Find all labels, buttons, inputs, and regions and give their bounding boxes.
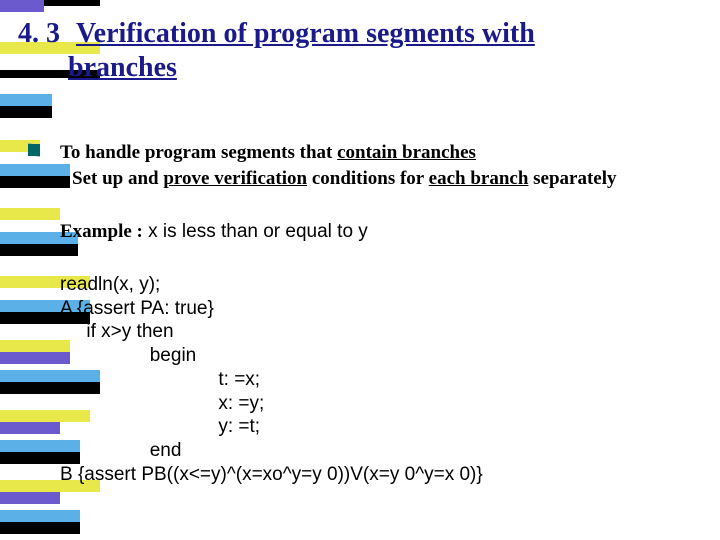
bullet-text: To handle program segments that contain … xyxy=(60,140,690,166)
bullet-subtext: Set up and prove verification conditions… xyxy=(72,166,690,192)
section-number: 4. 3 xyxy=(18,18,60,49)
section-title-line2: branches xyxy=(68,52,690,84)
code-line: begin xyxy=(60,345,196,366)
example-line: Example : x is less than or equal to y xyxy=(60,219,690,245)
decor-stripe xyxy=(0,510,80,522)
text-underline: prove verification xyxy=(163,168,307,189)
text-underline: each branch xyxy=(429,168,529,189)
text-underline: contain branches xyxy=(337,142,476,163)
example-text: x is less than or equal to y xyxy=(143,221,368,242)
decor-stripe xyxy=(0,208,60,220)
text: separately xyxy=(528,168,616,189)
slide-body: To handle program segments that contain … xyxy=(60,140,690,487)
text: Set up and xyxy=(72,168,163,189)
decor-stripe xyxy=(0,94,52,106)
section-title-line1: Verification of program segments with xyxy=(76,18,535,49)
text: To handle program segments that xyxy=(60,142,337,163)
bullet-icon xyxy=(28,144,40,156)
example-label: Example : xyxy=(60,221,143,242)
text: conditions for xyxy=(307,168,429,189)
decor-stripe xyxy=(0,0,44,12)
decor-stripe xyxy=(0,522,80,534)
code-line: end xyxy=(60,440,181,461)
code-line: readln(x, y); xyxy=(60,274,160,295)
code-line: A {assert PA: true} xyxy=(60,298,214,319)
code-line: B {assert PB((x<=y)^(x=xo^y=y 0))V(x=y 0… xyxy=(60,464,483,485)
section-heading: 4. 3 Verification of program segments wi… xyxy=(18,18,690,84)
code-line: if x>y then xyxy=(60,321,174,342)
code-block: readln(x, y); A {assert PA: true} if x>y… xyxy=(60,273,690,487)
decor-stripe xyxy=(0,106,52,118)
bullet-item: To handle program segments that contain … xyxy=(60,140,690,191)
code-line: x: =y; xyxy=(60,393,264,414)
code-line: y: =t; xyxy=(60,416,260,437)
code-line: t: =x; xyxy=(60,369,260,390)
decor-stripe xyxy=(0,492,60,504)
decor-stripe xyxy=(0,422,60,434)
slide: { "title": { "number": "4. 3", "line1": … xyxy=(0,0,720,540)
